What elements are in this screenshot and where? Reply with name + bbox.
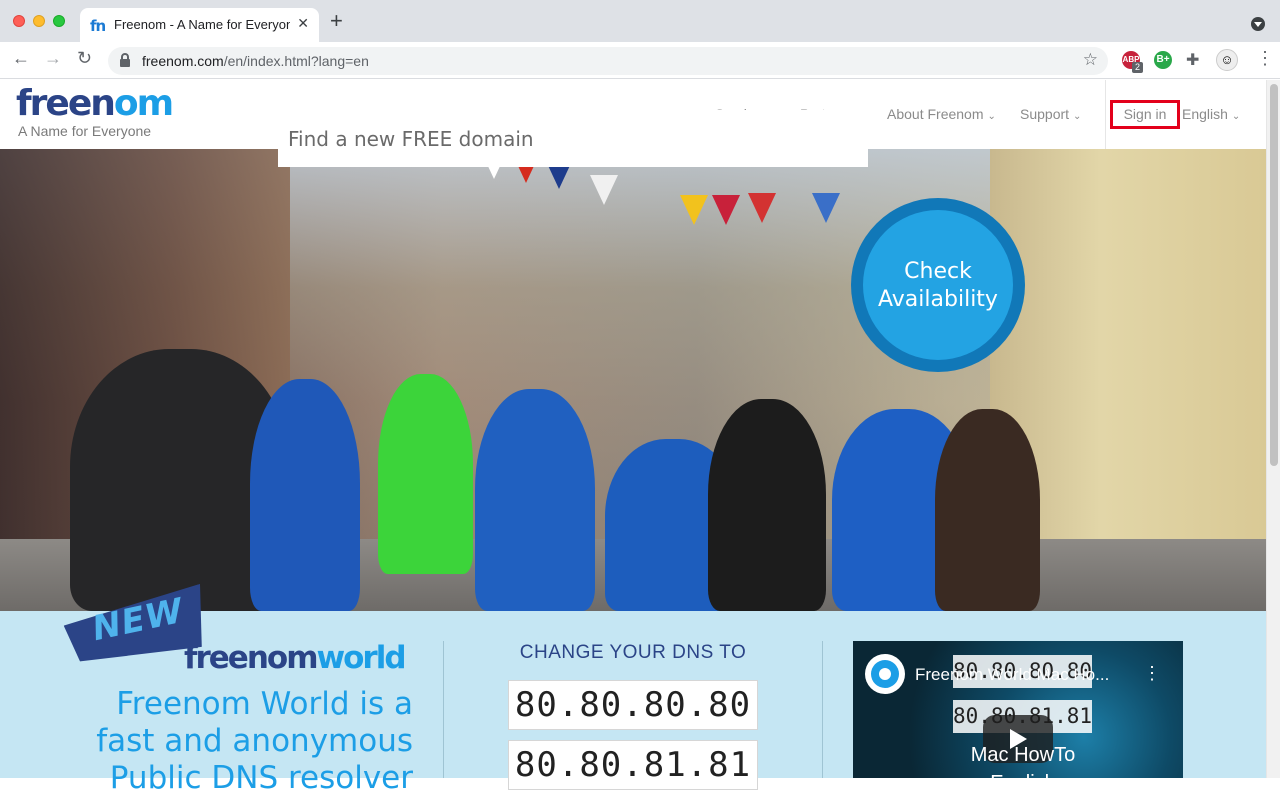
section-divider (822, 641, 823, 778)
section-divider (443, 641, 444, 778)
address-bar[interactable]: freenom.com/en/index.html?lang=en ☆ (108, 47, 1108, 75)
browser-tab-bar: fn Freenom - A Name for Everyone ✕ + (0, 0, 1280, 42)
language-selector[interactable]: English ⌄ (1182, 106, 1240, 122)
chevron-down-icon: ⌄ (1231, 111, 1241, 122)
youtube-video-embed[interactable]: 80.80.80.80 80.80.81.81 Freenom World Ma… (853, 641, 1183, 778)
freenom-logo[interactable]: freenom (16, 83, 174, 124)
video-title[interactable]: Freenom World Mac Ho... (915, 665, 1145, 685)
bunting-flag (812, 193, 840, 223)
dns-primary-address: 80.80.80.80 (508, 680, 758, 730)
language-label: English (1182, 106, 1228, 122)
forward-arrow-icon[interactable]: → (44, 48, 62, 69)
profile-avatar-icon[interactable]: ☺ (1216, 49, 1238, 71)
fw-logo-b: world (316, 640, 407, 676)
tab-search-icon[interactable] (1251, 17, 1265, 31)
close-tab-icon[interactable]: ✕ (297, 15, 309, 32)
hero-person (708, 399, 826, 611)
video-caption: Mac HowTo English (853, 741, 1183, 778)
browser-tab[interactable]: fn Freenom - A Name for Everyone ✕ (80, 8, 319, 42)
url-host: freenom.com (142, 53, 224, 69)
tab-title: Freenom - A Name for Everyone (114, 17, 290, 32)
bunting-flag (748, 193, 776, 223)
b-plus-extension-icon[interactable]: B+ (1154, 51, 1172, 69)
hero-person (378, 374, 473, 574)
video-more-icon[interactable]: ⋮ (1143, 663, 1161, 684)
nav-about[interactable]: About Freenom ⌄ (887, 106, 996, 122)
chevron-down-icon: ⌄ (1073, 111, 1082, 122)
dns-secondary-address: 80.80.81.81 (508, 740, 758, 790)
nav-divider (1105, 80, 1106, 149)
nav-support-label: Support (1020, 106, 1070, 122)
bunting-flag (590, 175, 618, 205)
minimize-window-button[interactable] (33, 15, 45, 27)
back-arrow-icon[interactable]: ← (12, 48, 30, 69)
scrollbar-thumb[interactable] (1270, 84, 1278, 466)
bookmark-star-icon[interactable]: ☆ (1083, 50, 1098, 70)
logo-tagline: A Name for Everyone (18, 123, 152, 139)
video-caption-line2: English (853, 769, 1183, 778)
hero-person (250, 379, 360, 611)
logo-main: freen (16, 83, 116, 124)
hero-person (475, 389, 595, 611)
video-caption-line1: Mac HowTo (970, 744, 1076, 766)
freenom-favicon-icon: fn (90, 17, 106, 35)
url-path: /en/index.html?lang=en (223, 53, 369, 69)
fw-text-line3: Public DNS resolver (109, 760, 413, 796)
browser-toolbar: ← → ↻ freenom.com/en/index.html?lang=en … (0, 42, 1280, 79)
fw-text-line1: Freenom World is a (116, 686, 413, 722)
reload-icon[interactable]: ↻ (77, 48, 92, 69)
fw-text-line2: fast and anonymous (96, 723, 413, 759)
channel-avatar-icon[interactable] (865, 654, 905, 694)
url-text[interactable]: freenom.com/en/index.html?lang=en (142, 53, 369, 69)
sign-in-link[interactable]: Sign in (1110, 100, 1180, 129)
new-tab-button[interactable]: + (330, 10, 343, 32)
freenom-world-description: Freenom World is a fast and anonymous Pu… (40, 686, 413, 797)
extensions-puzzle-icon[interactable]: ✚ (1186, 50, 1199, 70)
browser-menu-icon[interactable]: ⋮ (1256, 49, 1274, 67)
close-window-button[interactable] (13, 15, 25, 27)
hero-person (935, 409, 1040, 611)
logo-accent: om (113, 83, 174, 124)
nav-about-label: About Freenom (887, 106, 984, 122)
domain-search-box (278, 110, 868, 167)
zoom-window-button[interactable] (53, 15, 65, 27)
adblock-count-badge: 2 (1132, 62, 1144, 73)
hero-banner-image (0, 149, 1266, 611)
lock-icon (120, 53, 130, 67)
check-availability-label[interactable]: Check Availability (851, 258, 1025, 314)
check-label-line1: Check (904, 259, 972, 284)
dns-heading: CHANGE YOUR DNS TO (519, 642, 747, 663)
domain-search-input[interactable] (278, 110, 868, 167)
bunting-flag (712, 195, 740, 225)
check-label-line2: Availability (878, 287, 998, 312)
nav-support[interactable]: Support ⌄ (1020, 106, 1081, 122)
chevron-down-icon: ⌄ (987, 111, 996, 122)
bunting-flag (680, 195, 708, 225)
freenom-world-logo[interactable]: freenomworld (184, 640, 407, 676)
page-scrollbar[interactable] (1266, 80, 1280, 778)
fw-logo-a: freenom (184, 640, 318, 676)
